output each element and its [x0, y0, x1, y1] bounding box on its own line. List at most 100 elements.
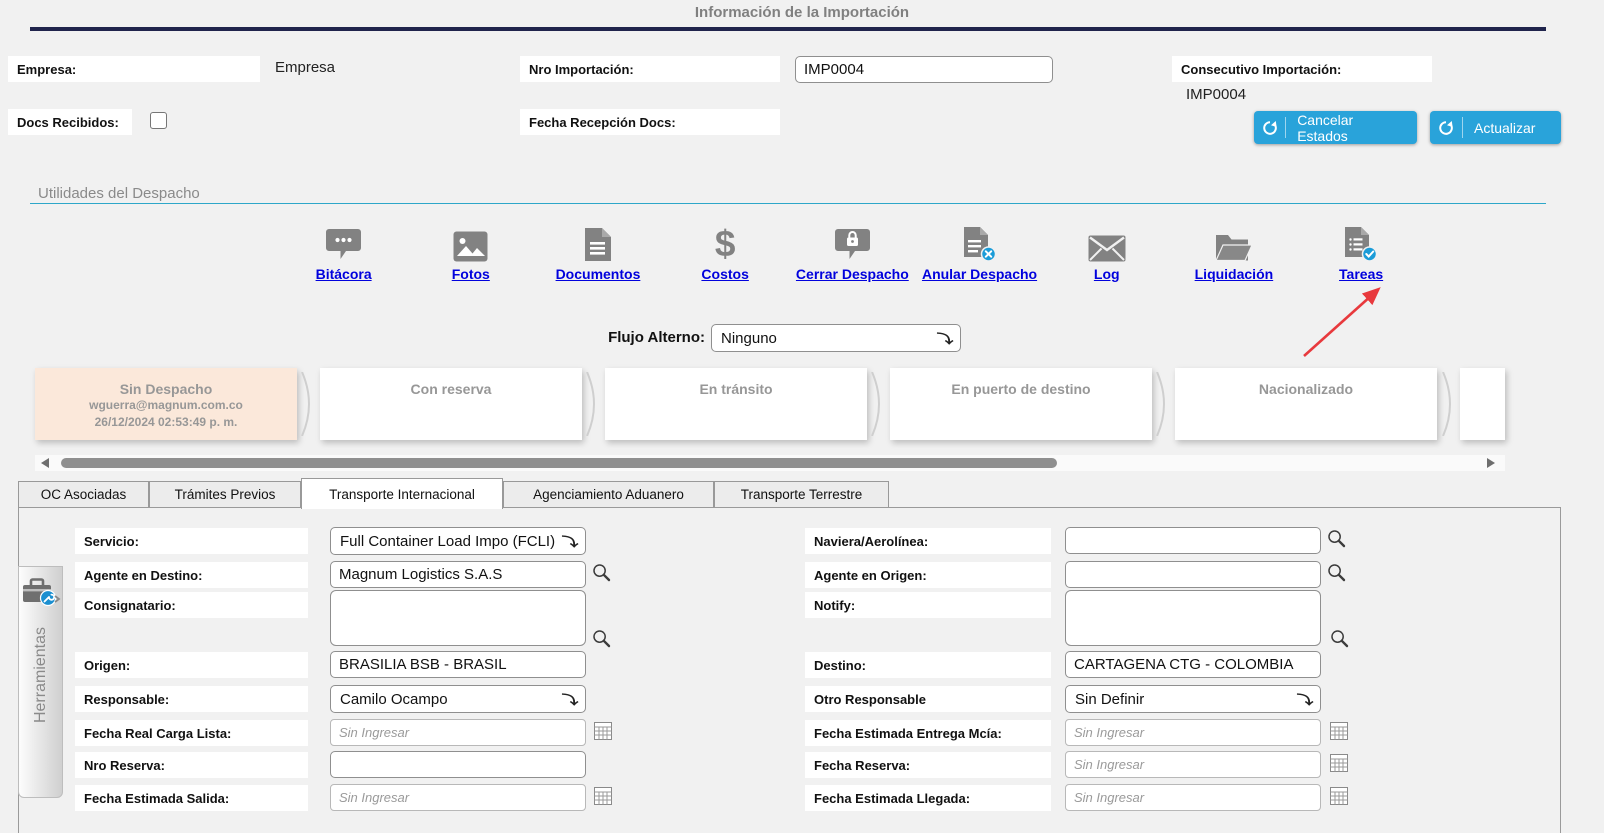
utility-label: Cerrar Despacho — [796, 265, 909, 283]
status-card-en-puerto[interactable]: En puerto de destino — [890, 368, 1152, 440]
status-card-title: Con reserva — [411, 381, 492, 397]
fecha-entrega-mcia-label: Fecha Estimada Entrega Mcía: — [805, 720, 1051, 746]
envelope-icon — [1088, 222, 1126, 262]
status-card-title: Sin Despacho — [120, 381, 213, 397]
flow-scrollbar[interactable] — [35, 455, 1505, 471]
utility-log[interactable]: Log — [1043, 222, 1170, 283]
utility-label: Liquidación — [1195, 265, 1274, 283]
otro-responsable-select[interactable]: Sin Definir ⤵︎ — [1065, 685, 1321, 713]
utility-costos[interactable]: $ Costos — [662, 222, 789, 283]
destino-input[interactable] — [1065, 651, 1321, 678]
tab-agenciamiento-aduanero[interactable]: Agenciamiento Aduanero — [503, 481, 714, 508]
document-cancel-icon — [963, 222, 997, 262]
docs-recibidos-checkbox[interactable] — [150, 112, 167, 129]
utility-label: Documentos — [556, 265, 641, 283]
consignatario-textarea[interactable] — [330, 590, 586, 646]
fecha-reserva-label: Fecha Reserva: — [805, 752, 1051, 778]
utility-bitacora[interactable]: Bitácora — [280, 222, 407, 283]
consignatario-label: Consignatario: — [75, 592, 308, 618]
notify-textarea[interactable] — [1065, 590, 1321, 646]
notify-label: Notify: — [805, 592, 1051, 618]
actualizar-button[interactable]: Actualizar — [1430, 111, 1561, 144]
search-icon[interactable] — [1330, 629, 1349, 653]
flujo-alterno-label: Flujo Alterno: — [500, 329, 705, 346]
scroll-left-arrow[interactable] — [41, 458, 49, 468]
utility-anular-despacho[interactable]: Anular Despacho — [916, 222, 1043, 283]
status-card-con-reserva[interactable]: Con reserva — [320, 368, 582, 440]
fecha-reserva-input[interactable] — [1065, 751, 1321, 778]
servicio-value: Full Container Load Impo (FCLI) — [340, 533, 555, 550]
status-card-sin-despacho[interactable]: Sin Despacho wguerra@magnum.com.co 26/12… — [35, 368, 297, 440]
calendar-icon[interactable] — [1330, 787, 1348, 810]
flujo-alterno-select[interactable]: Ninguno ⤵︎ — [711, 324, 961, 352]
utility-label: Tareas — [1339, 265, 1383, 283]
cancelar-estados-button[interactable]: Cancelar Estados — [1254, 111, 1417, 144]
utility-documentos[interactable]: Documentos — [534, 222, 661, 283]
chevron-down-icon: ⤵︎ — [1297, 691, 1314, 708]
search-icon[interactable] — [1327, 529, 1346, 553]
chevron-down-icon: ⤵︎ — [937, 330, 954, 347]
empresa-value: Empresa — [275, 59, 335, 76]
utility-tareas[interactable]: Tareas — [1298, 222, 1425, 283]
search-icon[interactable] — [592, 563, 611, 587]
servicio-label: Servicio: — [75, 528, 308, 554]
utility-fotos[interactable]: Fotos — [407, 222, 534, 283]
tab-tramites-previos[interactable]: Trámites Previos — [149, 481, 301, 508]
flow-separator — [1440, 372, 1460, 436]
agente-destino-input[interactable] — [330, 561, 586, 588]
utility-liquidacion[interactable]: Liquidación — [1170, 222, 1297, 283]
status-card-en-transito[interactable]: En tránsito — [605, 368, 867, 440]
status-card-partial[interactable] — [1460, 368, 1505, 440]
title-underline — [30, 27, 1546, 31]
calendar-icon[interactable] — [1330, 754, 1348, 777]
button-divider — [1285, 117, 1286, 138]
utility-label: Costos — [701, 265, 748, 283]
dollar-icon: $ — [715, 222, 736, 262]
destino-label: Destino: — [805, 652, 1051, 678]
tab-oc-asociadas[interactable]: OC Asociadas — [18, 481, 149, 508]
status-card-title: En puerto de destino — [951, 381, 1090, 397]
utilities-section-title: Utilidades del Despacho — [38, 185, 200, 202]
herramientas-panel[interactable]: Herramientas — [18, 566, 63, 798]
fecha-estimada-llegada-input[interactable] — [1065, 784, 1321, 811]
empresa-label: Empresa: — [8, 56, 260, 82]
nro-reserva-input[interactable] — [330, 751, 586, 778]
flow-separator — [299, 372, 319, 436]
otro-responsable-value: Sin Definir — [1075, 691, 1144, 708]
otro-responsable-label: Otro Responsable — [805, 686, 1051, 712]
refresh-icon — [1254, 120, 1285, 136]
status-card-title: Nacionalizado — [1259, 381, 1353, 397]
consecutivo-label: Consecutivo Importación: — [1172, 56, 1432, 82]
import-info-page: Información de la Importación Empresa: E… — [0, 0, 1604, 833]
nro-reserva-label: Nro Reserva: — [75, 752, 308, 778]
calendar-icon[interactable] — [1330, 722, 1348, 745]
responsable-select[interactable]: Camilo Ocampo ⤵︎ — [330, 685, 586, 713]
status-card-title: En tránsito — [699, 381, 772, 397]
naviera-input[interactable] — [1065, 527, 1321, 554]
calendar-icon[interactable] — [594, 787, 612, 810]
tab-transporte-terrestre[interactable]: Transporte Terrestre — [714, 481, 889, 508]
responsable-value: Camilo Ocampo — [340, 691, 448, 708]
nro-importacion-input[interactable] — [795, 56, 1053, 83]
status-card-nacionalizado[interactable]: Nacionalizado — [1175, 368, 1437, 440]
fecha-estimada-salida-input[interactable] — [330, 784, 586, 811]
scrollbar-thumb[interactable] — [61, 458, 1057, 468]
servicio-select[interactable]: Full Container Load Impo (FCLI) ⤵︎ — [330, 527, 586, 555]
search-icon[interactable] — [1327, 563, 1346, 587]
button-divider — [1462, 117, 1463, 138]
red-annotation-arrow — [1282, 282, 1392, 362]
calendar-icon[interactable] — [594, 722, 612, 745]
status-card-user: wguerra@magnum.com.co — [89, 397, 243, 414]
scroll-right-arrow[interactable] — [1487, 458, 1495, 468]
fecha-estimada-salida-label: Fecha Estimada Salida: — [75, 785, 308, 811]
tab-transporte-internacional[interactable]: Transporte Internacional — [301, 478, 503, 509]
toolbox-icon[interactable] — [21, 575, 61, 609]
search-icon[interactable] — [592, 629, 611, 653]
utilities-toolbar: Bitácora Fotos Documentos $ Costos Cerra… — [280, 222, 1425, 283]
utility-cerrar-despacho[interactable]: Cerrar Despacho — [789, 222, 916, 283]
origen-input[interactable] — [330, 651, 586, 678]
fecha-entrega-mcia-input[interactable] — [1065, 719, 1321, 746]
utility-label: Anular Despacho — [922, 265, 1037, 283]
fecha-real-carga-input[interactable] — [330, 719, 586, 746]
agente-origen-input[interactable] — [1065, 561, 1321, 588]
